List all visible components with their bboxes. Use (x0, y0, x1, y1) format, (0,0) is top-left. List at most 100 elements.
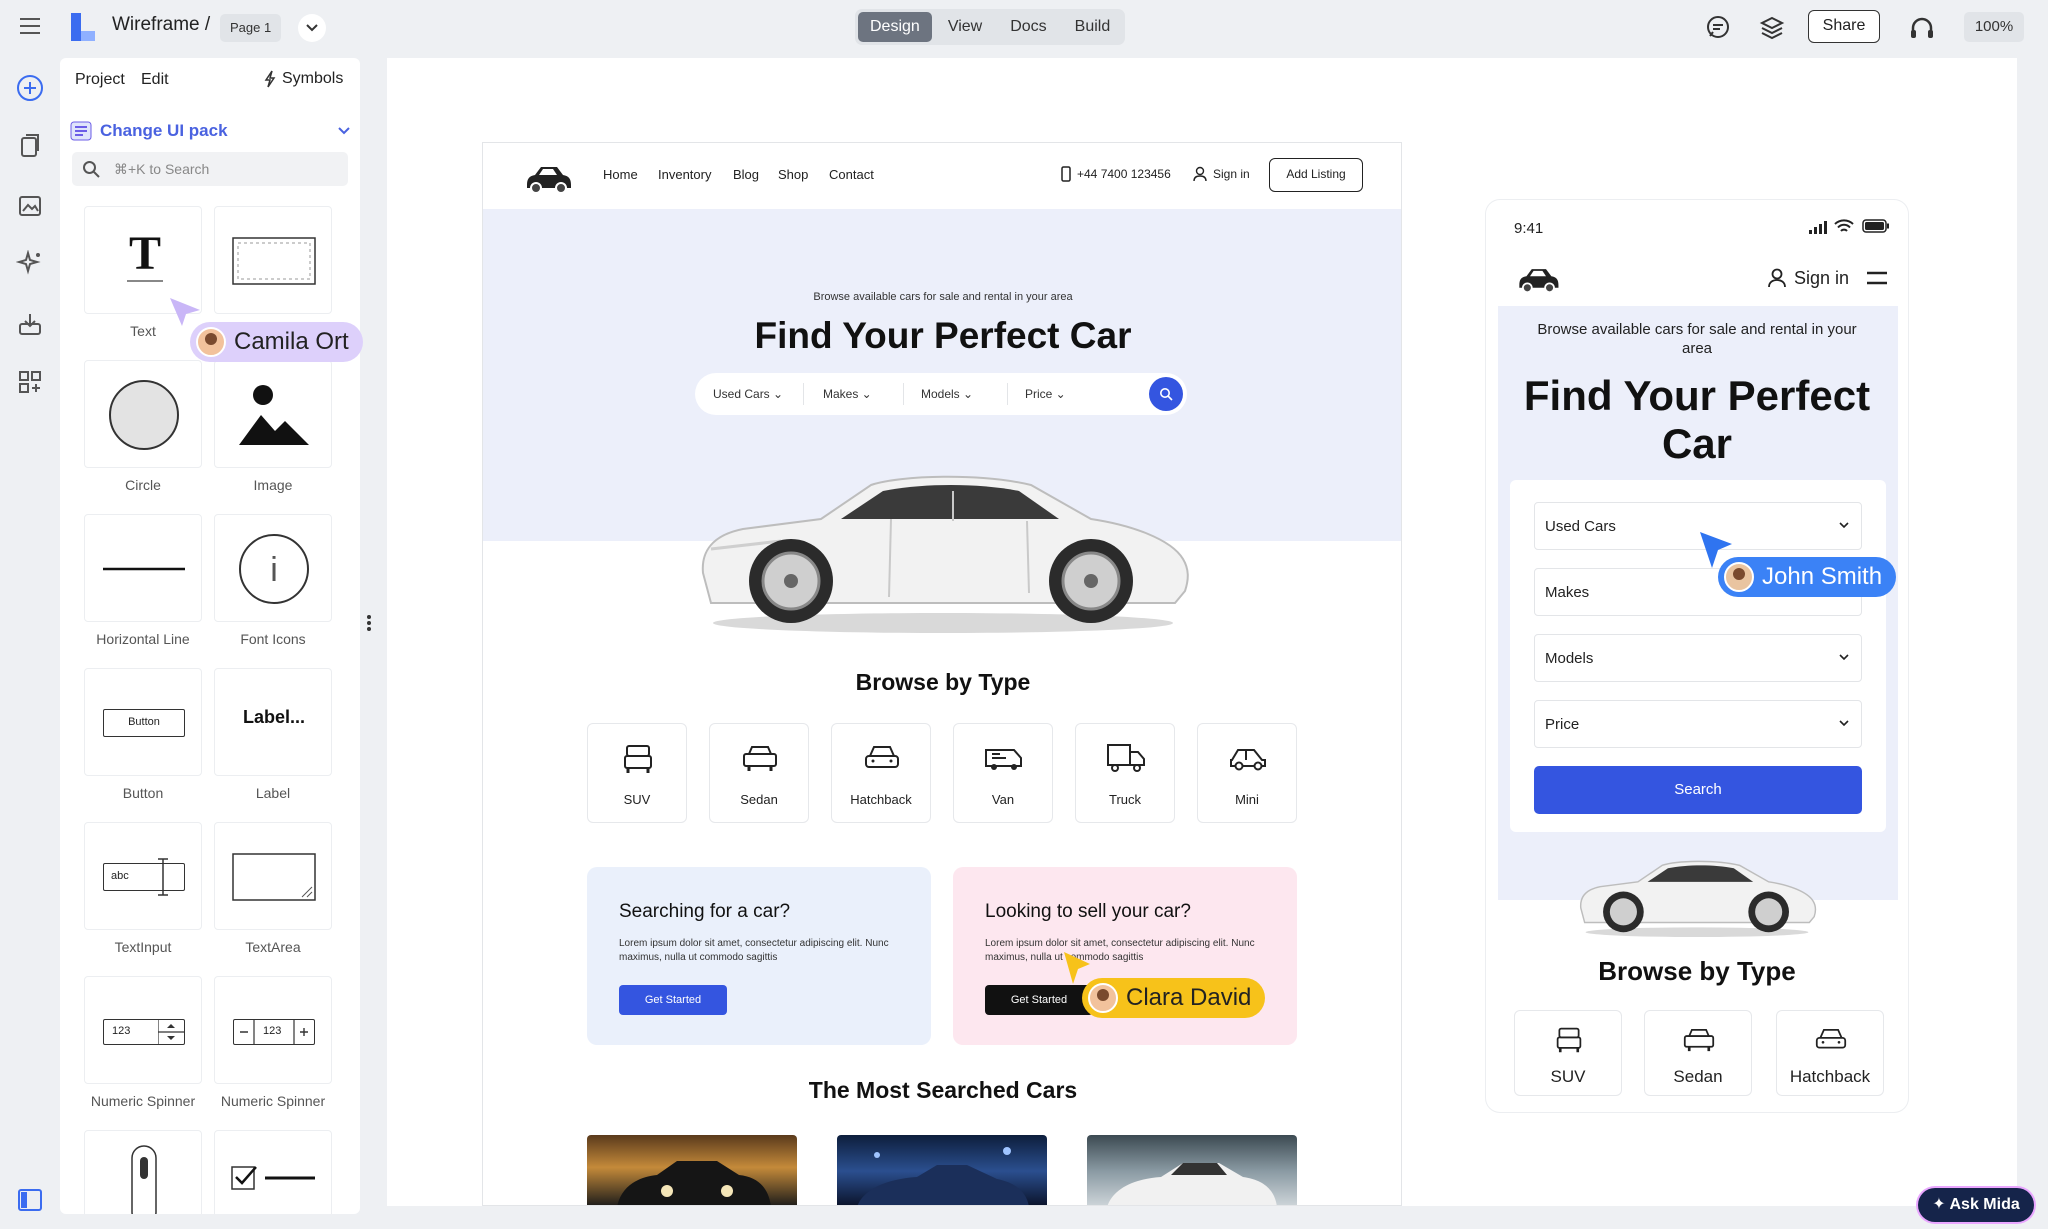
image-icon (239, 385, 309, 445)
avatar (1724, 562, 1754, 592)
sign-in-link[interactable]: Sign in (1213, 167, 1250, 181)
hamburger-menu-icon[interactable] (1866, 270, 1888, 286)
car-thumbnail[interactable] (1087, 1135, 1297, 1205)
type-card-truck[interactable]: Truck (1075, 723, 1175, 823)
panel-resize-handle-icon[interactable] (366, 614, 372, 632)
tab-edit[interactable]: Edit (141, 71, 169, 89)
tab-symbols[interactable]: Symbols (264, 70, 343, 88)
van-icon (985, 749, 1022, 770)
signal-icon (1809, 221, 1827, 234)
mode-view[interactable]: View (936, 12, 994, 42)
type-card-van[interactable]: Van (953, 723, 1053, 823)
app-logo-icon (71, 13, 95, 41)
card-title: Searching for a car? (619, 901, 791, 922)
desktop-frame[interactable]: Home Inventory Blog Shop Contact +44 740… (482, 142, 1402, 1206)
component-search-input[interactable]: ⌘+K to Search (72, 152, 348, 186)
hatchback-icon (1815, 1028, 1847, 1049)
component-scrollbar[interactable] (84, 1130, 202, 1214)
text-input-icon: abc (103, 858, 185, 896)
layers-icon[interactable] (1758, 14, 1786, 42)
tab-project[interactable]: Project (75, 71, 125, 89)
search-used-cars[interactable]: Used Cars ⌄ (713, 387, 783, 401)
type-card-hatchback[interactable]: Hatchback (831, 723, 931, 823)
assets-icon[interactable] (16, 192, 44, 220)
headphones-icon[interactable] (1908, 14, 1936, 42)
import-icon[interactable] (16, 310, 44, 338)
component-label-widget[interactable]: Label... (214, 668, 332, 776)
component-font-icons[interactable]: i (214, 514, 332, 622)
car-logo-icon[interactable] (521, 157, 575, 197)
mobile-sign-in-link[interactable]: Sign in (1794, 268, 1849, 289)
sparkle-icon[interactable] (16, 250, 44, 278)
lightning-icon (264, 70, 276, 88)
user-icon (1193, 166, 1207, 182)
ask-mida-button[interactable]: ✦ Ask Mida (1918, 1188, 2034, 1222)
sedan-icon (743, 746, 777, 771)
type-card-sedan[interactable]: Sedan (709, 723, 809, 823)
search-makes[interactable]: Makes ⌄ (823, 387, 872, 401)
component-numeric-stepper[interactable]: 123 (214, 976, 332, 1084)
car-logo-icon[interactable] (1514, 260, 1562, 296)
component-label: Label (255, 785, 291, 801)
components-grid-icon[interactable] (16, 368, 44, 396)
models-select[interactable]: Models (1534, 634, 1862, 682)
share-button[interactable]: Share (1808, 10, 1880, 43)
zoom-level[interactable]: 100% (1964, 12, 2024, 42)
divider (903, 383, 904, 405)
component-button[interactable]: Button (84, 668, 202, 776)
hero-search-button[interactable] (1149, 377, 1183, 411)
component-rectangle[interactable] (214, 206, 332, 314)
mode-build[interactable]: Build (1063, 12, 1123, 42)
mobile-type-suv[interactable]: SUV (1514, 1010, 1622, 1096)
type-card-suv[interactable]: SUV (587, 723, 687, 823)
car-thumbnail[interactable] (587, 1135, 797, 1205)
horizontal-line-icon (103, 567, 185, 571)
component-image[interactable] (214, 360, 332, 468)
mobile-hero-subtitle: Browse available cars for sale and renta… (1537, 321, 1857, 357)
change-ui-pack-button[interactable]: Change UI pack (70, 116, 350, 146)
nav-home[interactable]: Home (603, 167, 638, 182)
mode-docs[interactable]: Docs (998, 12, 1058, 42)
cursor-arrow-icon (1064, 952, 1090, 984)
menu-icon[interactable] (18, 16, 42, 36)
price-select[interactable]: Price (1534, 700, 1862, 748)
status-time: 9:41 (1514, 220, 1544, 237)
component-textinput[interactable]: abc (84, 822, 202, 930)
add-listing-button[interactable]: Add Listing (1269, 158, 1363, 192)
checkbox-icon (231, 1166, 315, 1190)
browse-by-type-title: Browse by Type (855, 669, 1031, 695)
mobile-hero-title: Find Your Perfect Car (1523, 372, 1871, 467)
car-photo-image (1107, 1163, 1277, 1205)
mobile-type-hatchback[interactable]: Hatchback (1776, 1010, 1884, 1096)
mobile-frame[interactable]: 9:41 Sign in Browse available cars for s… (1486, 200, 1908, 1112)
pages-icon[interactable] (16, 132, 44, 160)
sidebar-toggle-icon[interactable] (16, 1186, 44, 1214)
mobile-type-sedan[interactable]: Sedan (1644, 1010, 1752, 1096)
component-numeric-spinner[interactable]: 123 (84, 976, 202, 1084)
page-dropdown-button[interactable] (298, 14, 326, 42)
get-started-button[interactable]: Get Started (619, 985, 727, 1015)
search-models[interactable]: Models ⌄ (921, 387, 973, 401)
page-selector[interactable]: Page 1 (220, 14, 282, 42)
car-thumbnail[interactable] (837, 1135, 1047, 1205)
nav-contact[interactable]: Contact (829, 167, 874, 182)
component-horizontal-line[interactable] (84, 514, 202, 622)
component-checkbox[interactable] (214, 1130, 332, 1214)
nav-shop[interactable]: Shop (778, 167, 808, 182)
nav-blog[interactable]: Blog (733, 167, 759, 182)
mobile-search-button[interactable]: Search (1534, 766, 1862, 814)
suv-icon (624, 745, 652, 773)
add-icon[interactable] (16, 74, 44, 102)
component-textarea[interactable] (214, 822, 332, 930)
svg-text:i: i (270, 551, 278, 589)
mode-design[interactable]: Design (858, 12, 932, 42)
phone-number[interactable]: +44 7400 123456 (1077, 167, 1171, 181)
nav-inventory[interactable]: Inventory (658, 167, 711, 182)
spinner-arrows-icon (158, 1020, 184, 1044)
get-started-button[interactable]: Get Started (985, 985, 1093, 1015)
comment-icon[interactable] (1704, 14, 1732, 42)
type-card-mini[interactable]: Mini (1197, 723, 1297, 823)
component-circle[interactable] (84, 360, 202, 468)
search-price[interactable]: Price ⌄ (1025, 387, 1066, 401)
component-label: TextArea (245, 939, 301, 955)
